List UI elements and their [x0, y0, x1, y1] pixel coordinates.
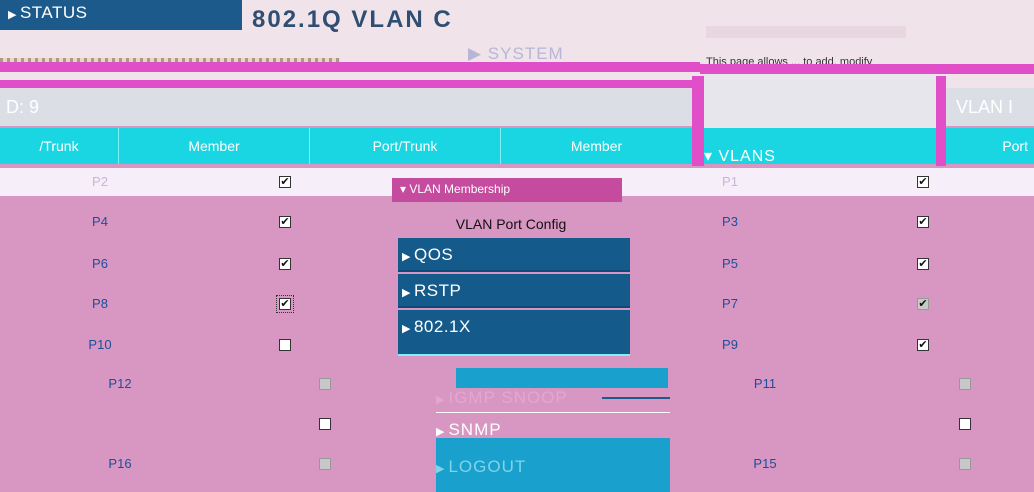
member-checkbox[interactable]: [959, 458, 971, 470]
nav-igmp-snoop[interactable]: ▶ IGMP SNOOP: [436, 388, 568, 408]
port-label: P15: [753, 456, 777, 471]
triangle-right-icon: ▶: [436, 394, 446, 406]
nav-band: [456, 368, 668, 388]
triangle-right-icon: ▶: [436, 463, 446, 475]
port-label: P3: [722, 214, 738, 229]
header-port-trunk: Port/Trunk: [310, 128, 500, 164]
triangle-right-icon: ▶: [8, 9, 17, 21]
member-checkbox[interactable]: [319, 418, 331, 430]
glitch-panel: [704, 74, 936, 130]
menu-qos[interactable]: ▶ QOS: [398, 238, 630, 272]
port-label: P12: [108, 376, 132, 391]
member-checkbox[interactable]: [319, 378, 331, 390]
port-label: P7: [722, 296, 738, 311]
nav-divider: [436, 412, 670, 413]
glitch-bar: [0, 62, 700, 72]
port-label: P6: [92, 256, 108, 271]
nav-vlans[interactable]: ▾ VLANS: [704, 146, 776, 166]
nav-band: [436, 438, 670, 452]
member-checkbox[interactable]: ✔: [917, 216, 929, 228]
member-checkbox[interactable]: ✔: [917, 176, 929, 188]
member-checkbox[interactable]: ✔: [276, 295, 294, 313]
page-title: 802.1Q VLAN C: [252, 6, 453, 33]
menu-footer: [398, 342, 630, 354]
member-checkbox[interactable]: [959, 418, 971, 430]
triangle-right-icon: ▶: [402, 287, 411, 299]
port-label: P5: [722, 256, 738, 271]
header-member: Member: [119, 128, 309, 164]
vlan-id-bar-right: VLAN I: [946, 88, 1034, 126]
nav-snmp[interactable]: ▶ SNMP: [436, 420, 502, 440]
member-checkbox[interactable]: [279, 339, 291, 351]
port-label: P16: [108, 456, 132, 471]
port-label: P11: [753, 376, 777, 391]
header-port: Port: [946, 128, 1034, 164]
header-port-trunk: /Trunk: [0, 128, 118, 164]
member-checkbox[interactable]: ✔: [279, 258, 291, 270]
menu-vlan-port-config[interactable]: VLAN Port Config: [392, 210, 630, 238]
member-checkbox[interactable]: ✔: [917, 258, 929, 270]
menu-8021x[interactable]: ▶ 802.1X: [398, 310, 630, 344]
port-label: P8: [92, 296, 108, 311]
port-label: P9: [722, 337, 738, 352]
port-label: P10: [88, 337, 112, 352]
member-checkbox[interactable]: ✔: [279, 176, 291, 188]
glitch-bar: [0, 80, 700, 88]
triangle-right-icon: ▶: [468, 44, 488, 63]
member-checkbox[interactable]: [959, 378, 971, 390]
menu-rstp[interactable]: ▶ RSTP: [398, 274, 630, 308]
vlan-id-bar: D: 9: [0, 88, 692, 126]
triangle-right-icon: ▶: [402, 323, 411, 335]
title-ghost: [706, 26, 906, 38]
glitch-bar: [700, 64, 1034, 74]
triangle-down-icon: ▾: [400, 182, 410, 196]
member-checkbox[interactable]: [319, 458, 331, 470]
member-checkbox[interactable]: ✔: [917, 298, 929, 310]
port-label: P2: [92, 174, 108, 189]
nav-logout[interactable]: ▶ LOGOUT: [436, 452, 670, 492]
triangle-right-icon: ▶: [402, 251, 411, 263]
nav-status[interactable]: ▶ STATUS: [0, 0, 242, 30]
menu-vlan-membership[interactable]: ▾ VLAN Membership: [392, 178, 622, 202]
nav-underline: [602, 397, 670, 399]
menu-divider: [398, 354, 630, 356]
triangle-down-icon: ▾: [704, 148, 719, 165]
member-checkbox[interactable]: ✔: [917, 339, 929, 351]
port-label: P4: [92, 214, 108, 229]
triangle-right-icon: ▶: [436, 426, 446, 438]
nav-system-ghost[interactable]: ▶ SYSTEM: [468, 44, 564, 64]
port-label: P1: [722, 174, 738, 189]
header-member: Member: [501, 128, 692, 164]
member-checkbox[interactable]: ✔: [279, 216, 291, 228]
glitch-column: [692, 76, 704, 166]
glitch-column: [936, 76, 946, 166]
